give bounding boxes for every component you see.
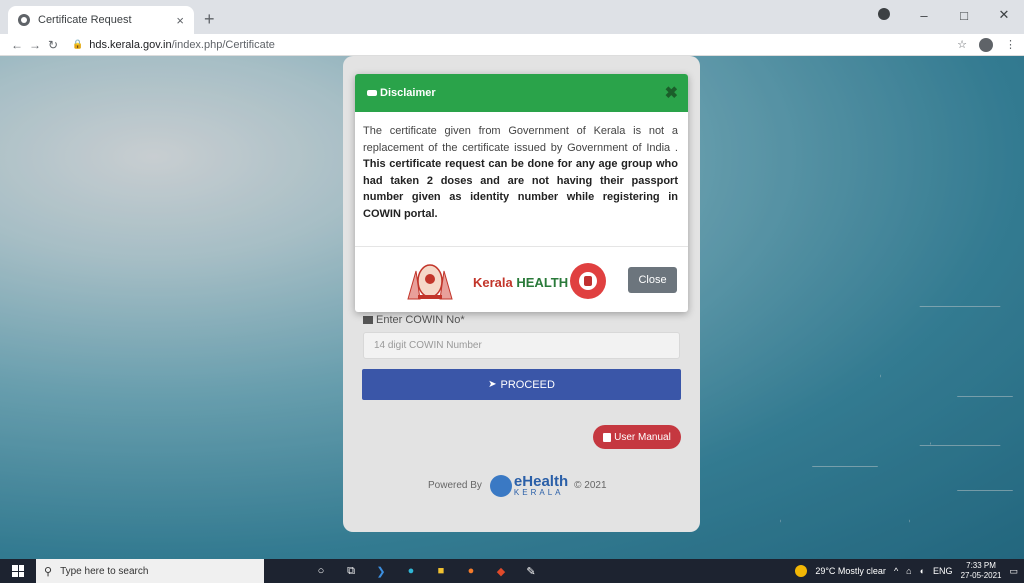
proceed-label: PROCEED	[500, 378, 555, 391]
modal-title: Disclaimer	[380, 87, 436, 99]
ehealth-name: eHealth	[513, 473, 569, 490]
clock[interactable]: 7:33 PM 27-05-2021	[961, 561, 1002, 581]
close-button[interactable]: Close	[628, 267, 677, 293]
start-button[interactable]	[0, 565, 36, 577]
firefox-icon[interactable]: ●	[464, 564, 478, 578]
lock-icon[interactable]: 🔒	[72, 39, 83, 50]
weather-moon-icon	[795, 565, 808, 577]
copyright-text: © 2021	[574, 480, 607, 491]
url-path: /index.php/Certificate	[171, 38, 275, 51]
cowin-label: Enter COWIN No*	[363, 314, 465, 326]
clock-time: 7:33 PM	[966, 561, 996, 570]
tab-close-icon[interactable]: ×	[176, 13, 184, 28]
powered-by-text: Powered By	[428, 480, 482, 491]
account-avatar-icon[interactable]	[979, 37, 993, 52]
notification-icon[interactable]: ▭	[1009, 566, 1018, 577]
proceed-button[interactable]: ➤ PROCEED	[362, 369, 681, 400]
taskbar-search-placeholder: Type here to search	[60, 565, 149, 577]
window-controls: – □ ✕	[864, 0, 1024, 30]
pen-app-icon[interactable]: ✎	[524, 564, 538, 578]
disclaimer-text: The certificate given from Government of…	[355, 112, 688, 247]
menu-kebab-icon[interactable]: ⋮	[1005, 38, 1016, 51]
back-icon[interactable]: ←	[8, 38, 26, 52]
weather-text[interactable]: 29°C Mostly clear	[815, 566, 886, 576]
disclaimer-plain: The certificate given from Government of…	[363, 125, 678, 154]
cowin-label-text: Enter COWIN No*	[376, 314, 465, 326]
user-manual-label: User Manual	[614, 431, 671, 443]
taskbar-search[interactable]: ⚲ Type here to search	[36, 559, 264, 583]
brand-health: HEALTH	[516, 275, 569, 290]
reload-icon[interactable]: ↻	[44, 38, 62, 52]
brand-kerala: Kerala	[473, 275, 513, 290]
browser-tab[interactable]: Certificate Request ×	[8, 6, 194, 34]
vscode-icon[interactable]: ❯	[374, 564, 388, 578]
user-manual-button[interactable]: User Manual	[593, 425, 681, 449]
brave-icon[interactable]: ◆	[494, 564, 508, 578]
language-indicator[interactable]: ENG	[933, 566, 953, 576]
nrhm-logo-icon	[570, 263, 606, 299]
forward-icon[interactable]: →	[26, 38, 44, 52]
tray-chevron-icon[interactable]: ^	[894, 566, 898, 576]
clock-date: 27-05-2021	[960, 571, 1002, 580]
taskbar-apps: ○ ⧉ ❯ ● ■ ● ◆ ✎	[314, 564, 538, 578]
disclaimer-bold: This certificate request can be done for…	[363, 158, 678, 220]
kerala-health-logo: Kerala HEALTH	[473, 275, 568, 290]
network-icon[interactable]: ⌂	[906, 566, 911, 576]
address-bar[interactable]: hds.kerala.gov.in/index.php/Certificate	[89, 39, 275, 51]
browser-tab-bar: Certificate Request × + – □ ✕	[0, 0, 1024, 34]
book-icon	[603, 432, 612, 442]
kerala-emblem-icon	[407, 264, 453, 300]
keyboard-icon	[363, 316, 373, 325]
ehealth-sub: KERALA	[513, 488, 564, 497]
minimize-icon[interactable]: –	[904, 8, 944, 23]
windows-taskbar: ⚲ Type here to search ○ ⧉ ❯ ● ■ ● ◆ ✎ 29…	[0, 559, 1024, 583]
url-host: hds.kerala.gov.in	[89, 38, 172, 51]
bookmark-star-icon[interactable]: ☆	[957, 38, 967, 51]
volume-icon[interactable]: ◐	[920, 566, 925, 576]
modal-header: Disclaimer ✖	[355, 74, 688, 112]
windows-logo-icon	[12, 565, 24, 577]
new-tab-button[interactable]: +	[204, 9, 215, 30]
ehealth-logo: eHealth KERALA	[489, 473, 569, 497]
maximize-icon[interactable]: □	[944, 8, 984, 23]
disclaimer-modal: Disclaimer ✖ The certificate given from …	[355, 74, 688, 312]
edge-icon[interactable]: ●	[404, 564, 418, 578]
profile-icon[interactable]	[864, 7, 904, 23]
megaphone-icon	[367, 90, 377, 96]
browser-toolbar: ← → ↻ 🔒 hds.kerala.gov.in/index.php/Cert…	[0, 34, 1024, 56]
send-arrow-icon: ➤	[488, 379, 497, 390]
window-close-icon[interactable]: ✕	[984, 7, 1024, 23]
powered-by-footer: Powered By eHealth KERALA © 2021	[428, 474, 607, 497]
system-tray: 29°C Mostly clear ^ ⌂ ◐ ENG 7:33 PM 27-0…	[795, 561, 1024, 581]
file-explorer-icon[interactable]: ■	[434, 564, 448, 578]
cortana-icon[interactable]: ○	[314, 564, 328, 578]
task-view-icon[interactable]: ⧉	[344, 564, 358, 578]
site-favicon-icon	[18, 14, 30, 26]
modal-close-icon[interactable]: ✖	[665, 83, 678, 103]
cowin-number-input[interactable]: 14 digit COWIN Number	[363, 332, 680, 359]
search-icon: ⚲	[44, 565, 53, 578]
ehealth-emblem-icon	[489, 474, 512, 497]
tab-title: Certificate Request	[38, 14, 132, 26]
modal-footer: Kerala HEALTH Close	[355, 247, 688, 312]
